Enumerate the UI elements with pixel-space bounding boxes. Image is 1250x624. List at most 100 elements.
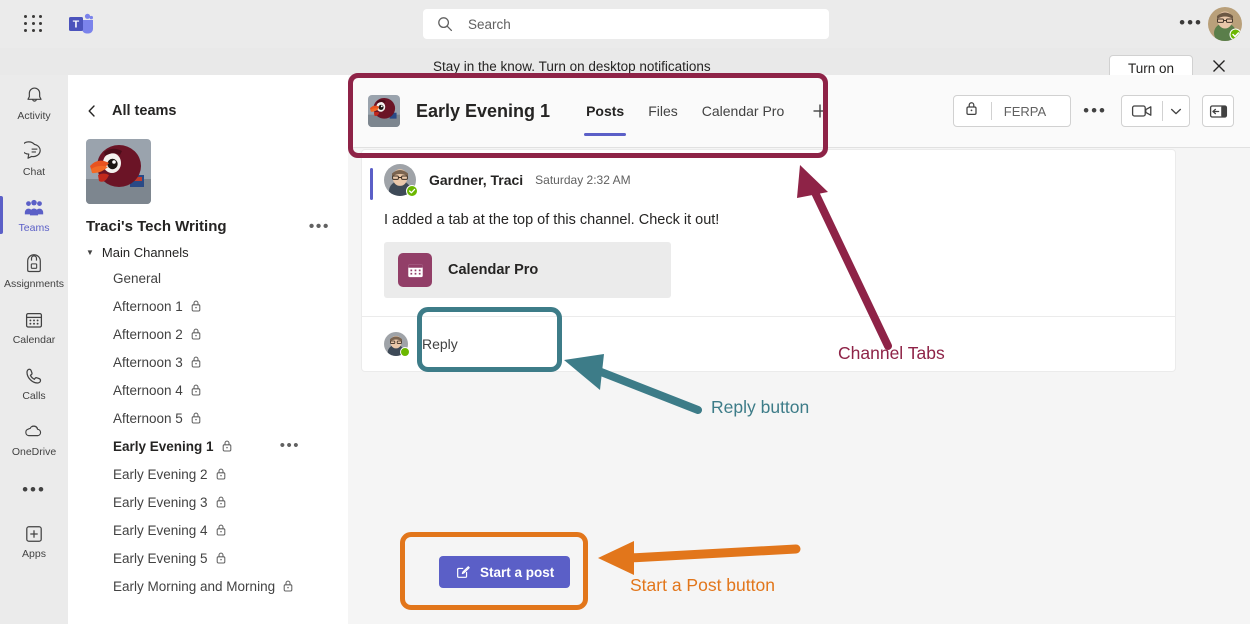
sidebar-channel-afternoon-2[interactable]: Afternoon 2 xyxy=(68,320,348,348)
rail-more-button[interactable]: ••• xyxy=(0,467,68,513)
channel-list: General Afternoon 1 Afternoon 2 Afternoon 3… xyxy=(68,264,348,600)
sidebar-channel-early-evening-2[interactable]: Early Evening 2 xyxy=(68,460,348,488)
sidebar-item-label: Activity xyxy=(17,109,51,122)
channel-group-header[interactable]: ▼ Main Channels xyxy=(68,235,348,264)
chevron-down-icon[interactable] xyxy=(1163,95,1189,127)
lock-icon xyxy=(190,355,202,369)
lock-icon xyxy=(282,579,294,593)
sidebar-item-apps[interactable]: Apps xyxy=(0,513,68,569)
sidebar-channel-early-evening-3[interactable]: Early Evening 3 xyxy=(68,488,348,516)
teams-logo-icon: T xyxy=(68,12,94,36)
sidebar-channel-early-evening-5[interactable]: Early Evening 5 xyxy=(68,544,348,572)
team-avatar-hokiebird xyxy=(86,139,151,204)
channel-label: Afternoon 4 xyxy=(113,382,183,398)
divider xyxy=(990,102,992,120)
lock-icon xyxy=(190,411,202,425)
main-content: Early Evening 1 PostsFilesCalendar Pro xyxy=(348,75,1250,624)
search-icon xyxy=(437,16,453,32)
sidebar-item-calendar[interactable]: Calendar xyxy=(0,299,68,355)
sidebar-item-onedrive[interactable]: OneDrive xyxy=(0,411,68,467)
channel-label: Afternoon 3 xyxy=(113,354,183,370)
start-post-label: Start a post xyxy=(480,564,555,580)
chevron-down-icon: ▼ xyxy=(86,248,94,257)
lock-icon xyxy=(215,467,227,481)
phone-icon xyxy=(24,365,44,387)
channel-label: Afternoon 2 xyxy=(113,326,183,342)
calendar-app-icon xyxy=(398,253,432,287)
channel-avatar-hokiebird xyxy=(368,95,400,127)
avatar[interactable] xyxy=(1208,7,1242,41)
attachment-card[interactable]: Calendar Pro xyxy=(384,242,671,298)
sidebar-channel-early-evening-4[interactable]: Early Evening 4 xyxy=(68,516,348,544)
lock-icon xyxy=(190,299,202,313)
message-card: Gardner, Traci Saturday 2:32 AM I added … xyxy=(361,149,1176,372)
sidebar-channel-general[interactable]: General xyxy=(68,264,348,292)
reply-avatar xyxy=(384,332,410,357)
sidebar-channel-afternoon-3[interactable]: Afternoon 3 xyxy=(68,348,348,376)
sidebar-channel-afternoon-1[interactable]: Afternoon 1 xyxy=(68,292,348,320)
team-name-row: Traci's Tech Writing ••• xyxy=(68,204,348,235)
tab-calendar-pro[interactable]: Calendar Pro xyxy=(690,75,797,148)
sidebar-channel-early-morning-and-morning[interactable]: Early Morning and Morning xyxy=(68,572,348,600)
message-header: Gardner, Traci Saturday 2:32 AM xyxy=(362,164,1175,197)
search-input[interactable]: Search xyxy=(423,9,829,39)
open-panel-icon[interactable] xyxy=(1202,95,1234,127)
sidebar-item-chat[interactable]: Chat xyxy=(0,131,68,187)
all-teams-label: All teams xyxy=(112,103,177,119)
channel-label: Afternoon 5 xyxy=(113,410,183,426)
page-title: Early Evening 1 xyxy=(416,100,551,121)
sidebar-item-assignments[interactable]: Assignments xyxy=(0,243,68,299)
team-more-button[interactable]: ••• xyxy=(309,218,330,234)
all-teams-back-button[interactable]: All teams xyxy=(68,91,348,131)
waffle-grid-icon[interactable] xyxy=(22,13,46,35)
channel-label: Early Morning and Morning xyxy=(113,578,276,594)
lock-icon xyxy=(215,551,227,565)
channel-group-label: Main Channels xyxy=(101,245,189,260)
plus-icon[interactable] xyxy=(806,97,834,125)
cloud-icon xyxy=(23,421,45,443)
channel-label: Early Evening 4 xyxy=(113,522,208,538)
message-text: I added a tab at the top of this channel… xyxy=(384,212,720,228)
ferpa-label: FERPA xyxy=(1003,103,1047,119)
team-sidebar: All teams Traci's Tech Writing ••• ▼ Mai… xyxy=(68,75,348,624)
channel-label: Early Evening 2 xyxy=(113,466,208,482)
channel-label: Early Evening 3 xyxy=(113,494,208,510)
chevron-left-icon xyxy=(86,104,98,118)
close-icon[interactable] xyxy=(1210,57,1228,75)
sidebar-item-label: Teams xyxy=(18,221,50,234)
top-bar-more-button[interactable]: ••• xyxy=(1179,14,1203,31)
tab-files[interactable]: Files xyxy=(636,75,690,148)
start-post-button[interactable]: Start a post xyxy=(439,556,571,588)
message-author: Gardner, Traci xyxy=(429,172,524,188)
top-bar: T Search ••• xyxy=(0,0,1250,48)
search-placeholder: Search xyxy=(468,16,511,32)
team-name: Traci's Tech Writing xyxy=(86,218,227,235)
video-camera-icon[interactable] xyxy=(1122,95,1162,127)
plus-box-icon xyxy=(24,523,44,545)
teams-window: T Search ••• Stay in the know. Turn on d… xyxy=(0,0,1250,624)
sidebar-channel-afternoon-5[interactable]: Afternoon 5 xyxy=(68,404,348,432)
svg-text:T: T xyxy=(73,19,80,31)
sidebar-item-label: OneDrive xyxy=(11,445,57,458)
sidebar-item-label: Chat xyxy=(22,165,46,178)
sidebar-channel-afternoon-4[interactable]: Afternoon 4 xyxy=(68,376,348,404)
channel-header: Early Evening 1 PostsFilesCalendar Pro xyxy=(348,75,1250,148)
lock-icon xyxy=(190,383,202,397)
channel-more-button[interactable]: ••• xyxy=(280,438,300,453)
message-author-avatar[interactable] xyxy=(384,164,418,197)
reply-row[interactable]: Reply xyxy=(362,316,1175,371)
sidebar-item-activity[interactable]: Activity xyxy=(0,75,68,131)
sidebar-item-teams[interactable]: Teams xyxy=(0,187,68,243)
status-badge[interactable]: FERPA xyxy=(952,95,1072,127)
lock-icon xyxy=(215,495,227,509)
sidebar-item-calls[interactable]: Calls xyxy=(0,355,68,411)
lock-icon xyxy=(221,439,233,453)
lock-icon xyxy=(964,100,979,122)
sidebar-channel-early-evening-1[interactable]: Early Evening 1 ••• xyxy=(68,432,348,460)
channel-more-button[interactable]: ••• xyxy=(1083,102,1107,119)
unread-accent-bar xyxy=(370,168,373,200)
calendar-icon xyxy=(24,309,44,331)
tab-posts[interactable]: Posts xyxy=(574,75,636,148)
channel-label: Afternoon 1 xyxy=(113,298,183,314)
compose-pencil-icon xyxy=(455,564,471,580)
